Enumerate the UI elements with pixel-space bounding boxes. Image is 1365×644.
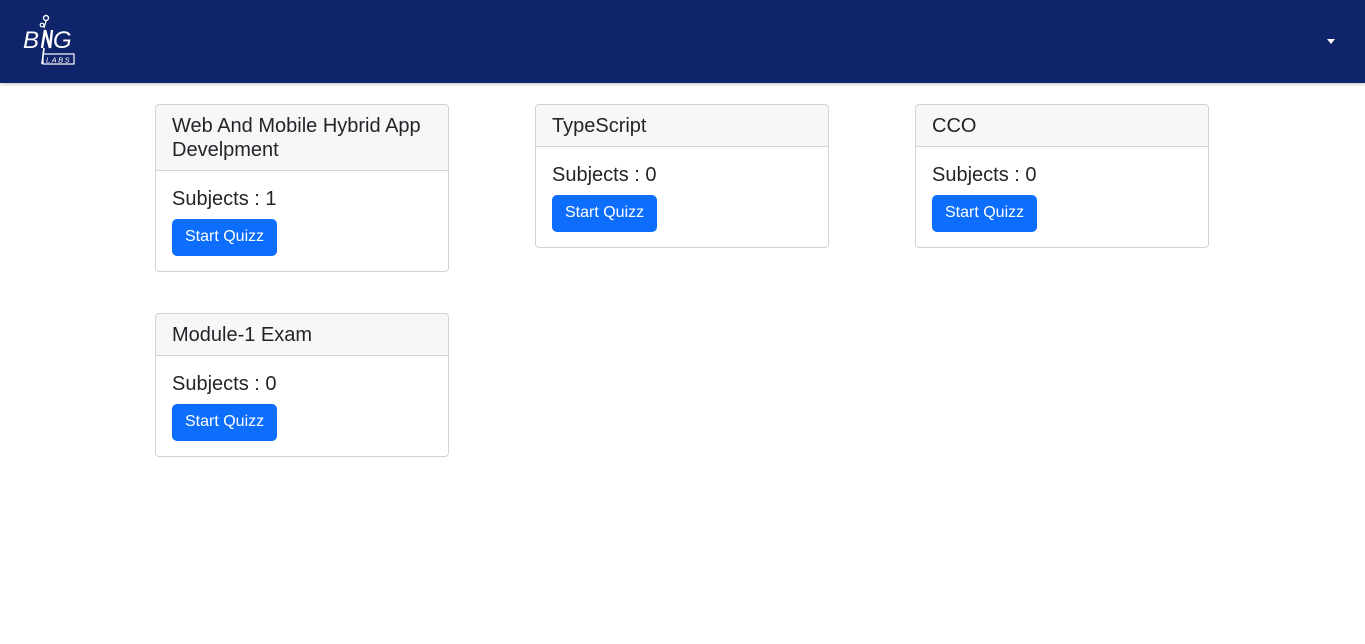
- start-quiz-button[interactable]: Start Quizz: [172, 219, 278, 256]
- quiz-card: CCO Subjects : 0 Start Quizz: [915, 104, 1209, 248]
- quiz-card: Module-1 Exam Subjects : 0 Start Quizz: [155, 313, 449, 457]
- top-navbar: B G LABS: [0, 0, 1365, 83]
- quiz-card-title: TypeScript: [536, 105, 828, 147]
- start-quiz-button[interactable]: Start Quizz: [932, 195, 1038, 232]
- quiz-card: Web And Mobile Hybrid App Develpment Sub…: [155, 104, 449, 272]
- user-menu-dropdown-toggle[interactable]: [1325, 37, 1337, 47]
- subjects-count: Subjects : 0: [552, 164, 657, 186]
- subjects-count: Subjects : 0: [172, 373, 277, 395]
- caret-down-icon: [1327, 39, 1335, 44]
- svg-text:LABS: LABS: [46, 56, 71, 65]
- quiz-card-title: CCO: [916, 105, 1208, 147]
- start-quiz-button[interactable]: Start Quizz: [172, 404, 278, 441]
- start-quiz-button[interactable]: Start Quizz: [552, 195, 658, 232]
- quiz-card: TypeScript Subjects : 0 Start Quizz: [535, 104, 829, 248]
- quiz-card-body: Subjects : 0 Start Quizz: [916, 147, 1208, 247]
- svg-text:G: G: [53, 27, 72, 54]
- bng-labs-logo[interactable]: B G LABS: [22, 14, 78, 66]
- quiz-card-title: Web And Mobile Hybrid App Develpment: [156, 105, 448, 171]
- quiz-card-title: Module-1 Exam: [156, 314, 448, 356]
- quiz-card-body: Subjects : 0 Start Quizz: [156, 356, 448, 456]
- quiz-card-body: Subjects : 1 Start Quizz: [156, 171, 448, 271]
- svg-text:B: B: [23, 27, 39, 54]
- subjects-count: Subjects : 0: [932, 164, 1037, 186]
- subjects-count: Subjects : 1: [172, 188, 277, 210]
- quiz-card-body: Subjects : 0 Start Quizz: [536, 147, 828, 247]
